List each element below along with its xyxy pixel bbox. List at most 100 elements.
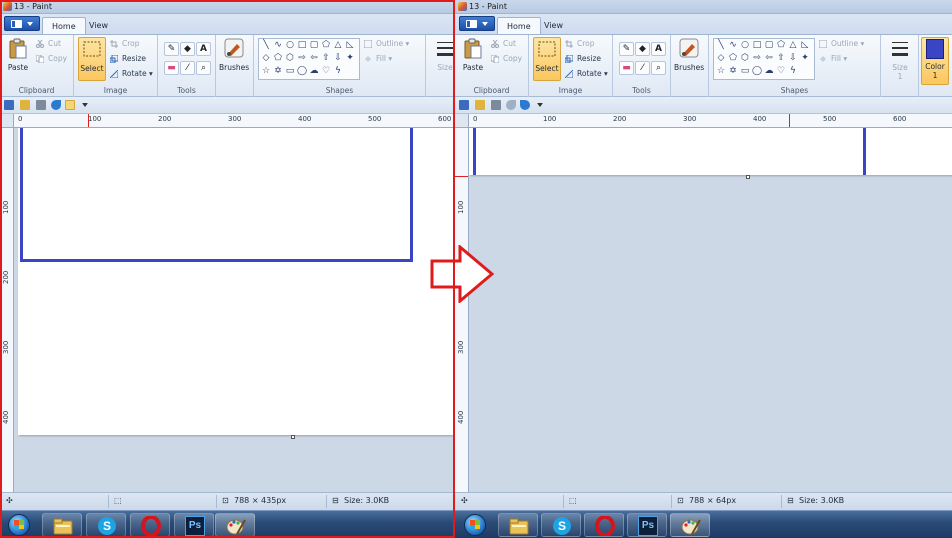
callout-oval-shape-icon[interactable]: ◯ — [296, 67, 308, 76]
triangle-shape-icon[interactable]: △ — [787, 41, 799, 50]
hexagon-shape-icon[interactable]: ⬡ — [739, 54, 751, 63]
magnifier-tool[interactable]: ⌕ — [196, 61, 211, 75]
undo-icon[interactable] — [506, 100, 516, 110]
up-arrow-shape-icon[interactable]: ⇧ — [320, 54, 332, 63]
heart-shape-icon[interactable]: ♡ — [320, 67, 332, 76]
curve-shape-icon[interactable]: ∿ — [727, 41, 739, 50]
heart-shape-icon[interactable]: ♡ — [775, 67, 787, 76]
pencil-tool[interactable]: ✎ — [164, 42, 179, 56]
up-arrow-shape-icon[interactable]: ⇧ — [775, 54, 787, 63]
five-point-star-shape-icon[interactable]: ☆ — [715, 67, 727, 76]
fill-button[interactable]: Fill ▾ — [364, 53, 392, 65]
taskbar-opera[interactable] — [130, 513, 170, 537]
curve-shape-icon[interactable]: ∿ — [272, 41, 284, 50]
canvas-resize-handle[interactable] — [291, 435, 295, 439]
taskbar-skype-right[interactable]: S — [541, 513, 581, 537]
crop-button[interactable]: Crop — [565, 38, 595, 50]
outline-button[interactable]: Outline ▾ — [363, 38, 409, 50]
print-icon[interactable] — [36, 100, 46, 110]
six-point-star-shape-icon[interactable]: ✡ — [272, 67, 284, 76]
brushes-button[interactable]: Brushes — [674, 37, 704, 81]
right-triangle-shape-icon[interactable]: ◺ — [799, 41, 811, 50]
rectangle-shape-icon[interactable]: □ — [751, 41, 763, 50]
left-arrow-shape-icon[interactable]: ⇦ — [763, 54, 775, 63]
diamond-shape-icon[interactable]: ◇ — [715, 54, 727, 63]
taskbar-explorer[interactable] — [42, 513, 82, 537]
shapes-gallery[interactable]: ╲ ∿ ○ □ ▢ ⬠ △ ◺ ◇ ⬠ ⬡ ⇨ ⇦ ⇧ ⇩ ✦ ☆ ✡ ▭ ◯ — [258, 38, 360, 80]
pentagon-shape-icon[interactable]: ⬠ — [272, 54, 284, 63]
fill-button[interactable]: Fill ▾ — [819, 53, 847, 65]
eraser-tool[interactable]: ▬ — [164, 61, 179, 75]
start-button[interactable] — [6, 513, 32, 537]
taskbar-paint[interactable] — [215, 513, 255, 537]
callout-cloud-shape-icon[interactable]: ☁ — [763, 67, 775, 76]
fill-tool[interactable]: ◆ — [180, 42, 195, 56]
color-picker-tool[interactable]: ⁄ — [635, 61, 650, 75]
redo-icon[interactable] — [520, 100, 530, 110]
cut-button[interactable]: Cut — [491, 38, 516, 50]
shapes-gallery[interactable]: ╲ ∿ ○ □ ▢ ⬠ △ ◺ ◇ ⬠ ⬡ ⇨ ⇦ ⇧ ⇩ ✦ ☆ ✡ ▭ ◯ — [713, 38, 815, 80]
customize-qat-icon[interactable] — [82, 103, 88, 109]
triangle-shape-icon[interactable]: △ — [332, 41, 344, 50]
color-picker-tool[interactable]: ⁄ — [180, 61, 195, 75]
taskbar-photoshop-right[interactable]: Ps — [627, 513, 667, 537]
drawing-canvas[interactable] — [469, 128, 952, 175]
size-button[interactable]: Size 1 — [885, 37, 915, 81]
paste-button[interactable]: Paste — [3, 37, 33, 81]
hexagon-shape-icon[interactable]: ⬡ — [284, 54, 296, 63]
resize-button[interactable]: Resize — [109, 53, 146, 65]
diamond-shape-icon[interactable]: ◇ — [260, 54, 272, 63]
open-icon[interactable] — [475, 100, 485, 110]
taskbar-photoshop[interactable]: Ps — [174, 513, 214, 537]
paint-menu-button[interactable] — [4, 16, 40, 31]
brushes-button[interactable]: Brushes — [219, 37, 249, 81]
color1-button[interactable]: Color 1 — [921, 37, 949, 85]
size-button[interactable]: Size — [430, 37, 455, 81]
taskbar-skype[interactable]: S — [86, 513, 126, 537]
five-point-star-shape-icon[interactable]: ☆ — [260, 67, 272, 76]
paste-button[interactable]: Paste — [458, 37, 488, 81]
taskbar-opera-right[interactable] — [584, 513, 624, 537]
oval-shape-icon[interactable]: ○ — [739, 41, 751, 50]
copy-button[interactable]: Copy — [35, 53, 67, 65]
left-arrow-shape-icon[interactable]: ⇦ — [308, 54, 320, 63]
tab-view[interactable]: View — [80, 17, 117, 34]
right-triangle-shape-icon[interactable]: ◺ — [344, 41, 356, 50]
callout-cloud-shape-icon[interactable]: ☁ — [308, 67, 320, 76]
outline-button[interactable]: Outline ▾ — [818, 38, 864, 50]
eraser-tool[interactable]: ▬ — [619, 61, 634, 75]
undo-icon[interactable] — [51, 100, 61, 110]
rotate-button[interactable]: Rotate ▾ — [564, 68, 608, 80]
lightning-shape-icon[interactable]: ϟ — [787, 67, 799, 76]
line-shape-icon[interactable]: ╲ — [260, 41, 272, 50]
paint-menu-button[interactable] — [459, 16, 495, 31]
callout-rect-shape-icon[interactable]: ▭ — [739, 67, 751, 76]
open-icon[interactable] — [20, 100, 30, 110]
cut-button[interactable]: Cut — [36, 38, 61, 50]
save-icon[interactable] — [4, 100, 14, 110]
down-arrow-shape-icon[interactable]: ⇩ — [332, 54, 344, 63]
crop-button[interactable]: Crop — [110, 38, 140, 50]
start-button-right[interactable] — [462, 513, 488, 537]
rectangle-shape-icon[interactable]: □ — [296, 41, 308, 50]
select-button[interactable]: Select — [78, 37, 106, 81]
polygon-shape-icon[interactable]: ⬠ — [320, 41, 332, 50]
polygon-shape-icon[interactable]: ⬠ — [775, 41, 787, 50]
rounded-rect-shape-icon[interactable]: ▢ — [308, 41, 320, 50]
fill-tool[interactable]: ◆ — [635, 42, 650, 56]
oval-shape-icon[interactable]: ○ — [284, 41, 296, 50]
rounded-rect-shape-icon[interactable]: ▢ — [763, 41, 775, 50]
four-point-star-shape-icon[interactable]: ✦ — [799, 54, 811, 63]
save-icon[interactable] — [459, 100, 469, 110]
four-point-star-shape-icon[interactable]: ✦ — [344, 54, 356, 63]
pentagon-shape-icon[interactable]: ⬠ — [727, 54, 739, 63]
callout-rect-shape-icon[interactable]: ▭ — [284, 67, 296, 76]
callout-oval-shape-icon[interactable]: ◯ — [751, 67, 763, 76]
text-tool[interactable]: A — [651, 42, 666, 56]
tab-view[interactable]: View — [535, 17, 572, 34]
pencil-tool[interactable]: ✎ — [619, 42, 634, 56]
six-point-star-shape-icon[interactable]: ✡ — [727, 67, 739, 76]
right-arrow-shape-icon[interactable]: ⇨ — [751, 54, 763, 63]
copy-button[interactable]: Copy — [490, 53, 522, 65]
print-icon[interactable] — [491, 100, 501, 110]
